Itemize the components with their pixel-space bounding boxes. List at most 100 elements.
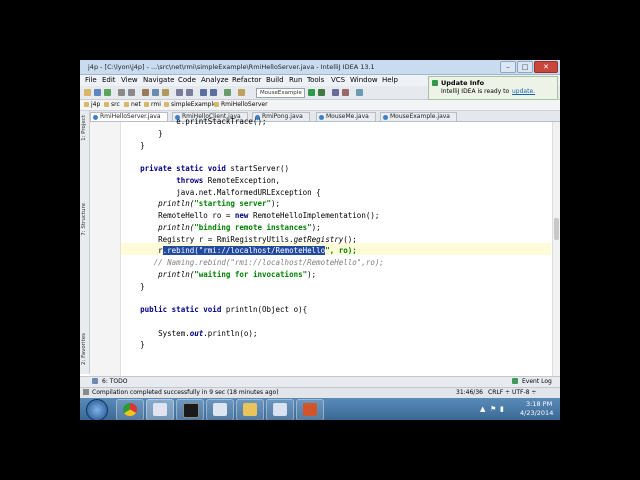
code-line: } [140, 141, 145, 150]
code-line: } [158, 129, 163, 138]
menu-build[interactable]: Build [266, 76, 284, 84]
code-line: Registry r = RmiRegistryUtils.getRegistr… [158, 235, 357, 244]
copy-icon[interactable] [152, 89, 159, 96]
favorites-tool-tab[interactable]: 2: Favorites [81, 333, 87, 365]
breadcrumb-item[interactable]: j4p [84, 101, 100, 108]
intellij-icon [153, 403, 167, 416]
code-line: } [140, 340, 145, 349]
tray-flag-icon[interactable]: ⚑ [490, 405, 496, 413]
code-line: println("waiting for invocations"); [158, 270, 317, 279]
status-icon [83, 389, 89, 395]
taskbar-explorer[interactable] [236, 399, 264, 420]
close-button[interactable]: ✕ [534, 61, 558, 73]
taskbar-cmd[interactable] [176, 399, 204, 420]
make-project-icon[interactable] [224, 89, 231, 96]
find-icon[interactable] [176, 89, 183, 96]
event-log-tool-tab[interactable]: Event Log [522, 378, 552, 385]
editor-scrollbar[interactable] [552, 122, 560, 376]
tab-mouseme[interactable]: MouseMe.java [316, 112, 376, 121]
breadcrumb-item[interactable]: simpleExample [164, 101, 217, 108]
run-icon[interactable] [308, 89, 315, 96]
breadcrumb-item[interactable]: RmiHelloServer [214, 101, 268, 108]
menu-refactor[interactable]: Refactor [232, 76, 261, 84]
open-folder-icon[interactable] [84, 89, 91, 96]
menu-tools[interactable]: Tools [307, 76, 324, 84]
structure-icon[interactable] [342, 89, 349, 96]
back-icon[interactable] [200, 89, 207, 96]
clock-date[interactable]: 4/23/2014 [520, 409, 553, 417]
run-config-select[interactable]: MouseExample [256, 88, 305, 98]
scrollbar-thumb[interactable] [554, 218, 559, 240]
code-line: } [140, 282, 145, 291]
help-icon[interactable] [356, 89, 363, 96]
debug-icon[interactable] [318, 89, 325, 96]
project-tool-tab[interactable]: 1: Project [81, 115, 87, 141]
powerpoint-icon [303, 403, 317, 416]
code-line: public static void println(Object o){ [140, 305, 308, 314]
caret-position[interactable]: 31:46/36 [456, 389, 483, 396]
maximize-button[interactable]: □ [517, 61, 533, 73]
menu-navigate[interactable]: Navigate [143, 76, 174, 84]
settings-icon[interactable] [332, 89, 339, 96]
editor-gutter[interactable] [90, 122, 121, 376]
left-tool-strip: 1: Project 7: Structure 2: Favorites [80, 111, 90, 374]
paste-icon[interactable] [162, 89, 169, 96]
notification-update-link[interactable]: update. [512, 88, 535, 95]
save-icon[interactable] [94, 89, 101, 96]
status-message[interactable]: Compilation completed successfully in 9 … [92, 389, 279, 396]
window-titlebar[interactable]: j4p - [C:\lyon\j4p] - ...\src\net\rmi\si… [80, 60, 560, 75]
todo-icon [92, 378, 98, 384]
menu-analyze[interactable]: Analyze [201, 76, 229, 84]
menu-vcs[interactable]: VCS [331, 76, 345, 84]
start-button[interactable] [86, 399, 108, 420]
menu-view[interactable]: View [121, 76, 138, 84]
code-line: private static void startServer() [140, 164, 290, 173]
todo-tool-tab[interactable]: 6: TODO [102, 378, 127, 385]
notification-title: Update Info [441, 79, 485, 87]
window-title: j4p - [C:\lyon\j4p] - ...\src\net\rmi\si… [88, 63, 375, 71]
update-notification[interactable]: Update Info IntelliJ IDEA is ready to up… [428, 76, 558, 100]
tray-network-icon[interactable]: ▮ [500, 405, 504, 413]
undo-icon[interactable] [118, 89, 125, 96]
taskbar-chrome[interactable] [116, 399, 144, 420]
menu-run[interactable]: Run [289, 76, 302, 84]
replace-icon[interactable] [186, 89, 193, 96]
code-line: // Naming.rebind("rmi://localhost/Remote… [153, 258, 384, 267]
minimize-button[interactable]: – [500, 61, 516, 73]
menu-help[interactable]: Help [382, 76, 398, 84]
tab-mouseexample[interactable]: MouseExample.java [380, 112, 457, 121]
menu-edit[interactable]: Edit [102, 76, 116, 84]
menu-window[interactable]: Window [350, 76, 378, 84]
code-line: throws RemoteException, [176, 176, 281, 185]
breadcrumb-item[interactable]: rmi [144, 101, 161, 108]
redo-icon[interactable] [128, 89, 135, 96]
breadcrumb-item[interactable]: net [124, 101, 141, 108]
line-separator[interactable]: CRLF ÷ [488, 389, 510, 396]
sync-icon[interactable] [104, 89, 111, 96]
command-prompt-icon [183, 403, 199, 418]
taskbar-intellij[interactable] [146, 399, 174, 420]
menu-file[interactable]: File [85, 76, 97, 84]
selected-text: .rebind("rmi://localhost/RemoteHello [162, 246, 326, 255]
windows-taskbar: ▲ ⚑ ▮ 3:18 PM 4/23/2014 [80, 398, 560, 420]
taskbar-acrobat[interactable] [266, 399, 294, 420]
desktop-screen: j4p - [C:\lyon\j4p] - ...\src\net\rmi\si… [80, 60, 560, 420]
update-icon [432, 80, 438, 86]
structure-tool-tab[interactable]: 7: Structure [81, 203, 87, 236]
file-encoding[interactable]: UTF-8 ÷ [512, 389, 536, 396]
notification-text: IntelliJ IDEA is ready to [441, 88, 510, 95]
cut-icon[interactable] [142, 89, 149, 96]
menu-code[interactable]: Code [178, 76, 196, 84]
event-log-icon [512, 378, 518, 384]
code-editor[interactable]: e.printStackTrace(); } } private static … [90, 117, 552, 376]
taskbar-window[interactable] [206, 399, 234, 420]
code-line: RemoteHello ro = new RemoteHelloImplemen… [158, 211, 380, 220]
code-line: println("binding remote instances"); [158, 223, 321, 232]
clock-time[interactable]: 3:18 PM [526, 400, 552, 408]
breadcrumb-item[interactable]: src [104, 101, 120, 108]
forward-icon[interactable] [210, 89, 217, 96]
build-icon[interactable] [238, 89, 245, 96]
acrobat-icon [273, 403, 287, 416]
tray-arrow-icon[interactable]: ▲ [480, 405, 485, 413]
taskbar-powerpoint[interactable] [296, 399, 324, 420]
